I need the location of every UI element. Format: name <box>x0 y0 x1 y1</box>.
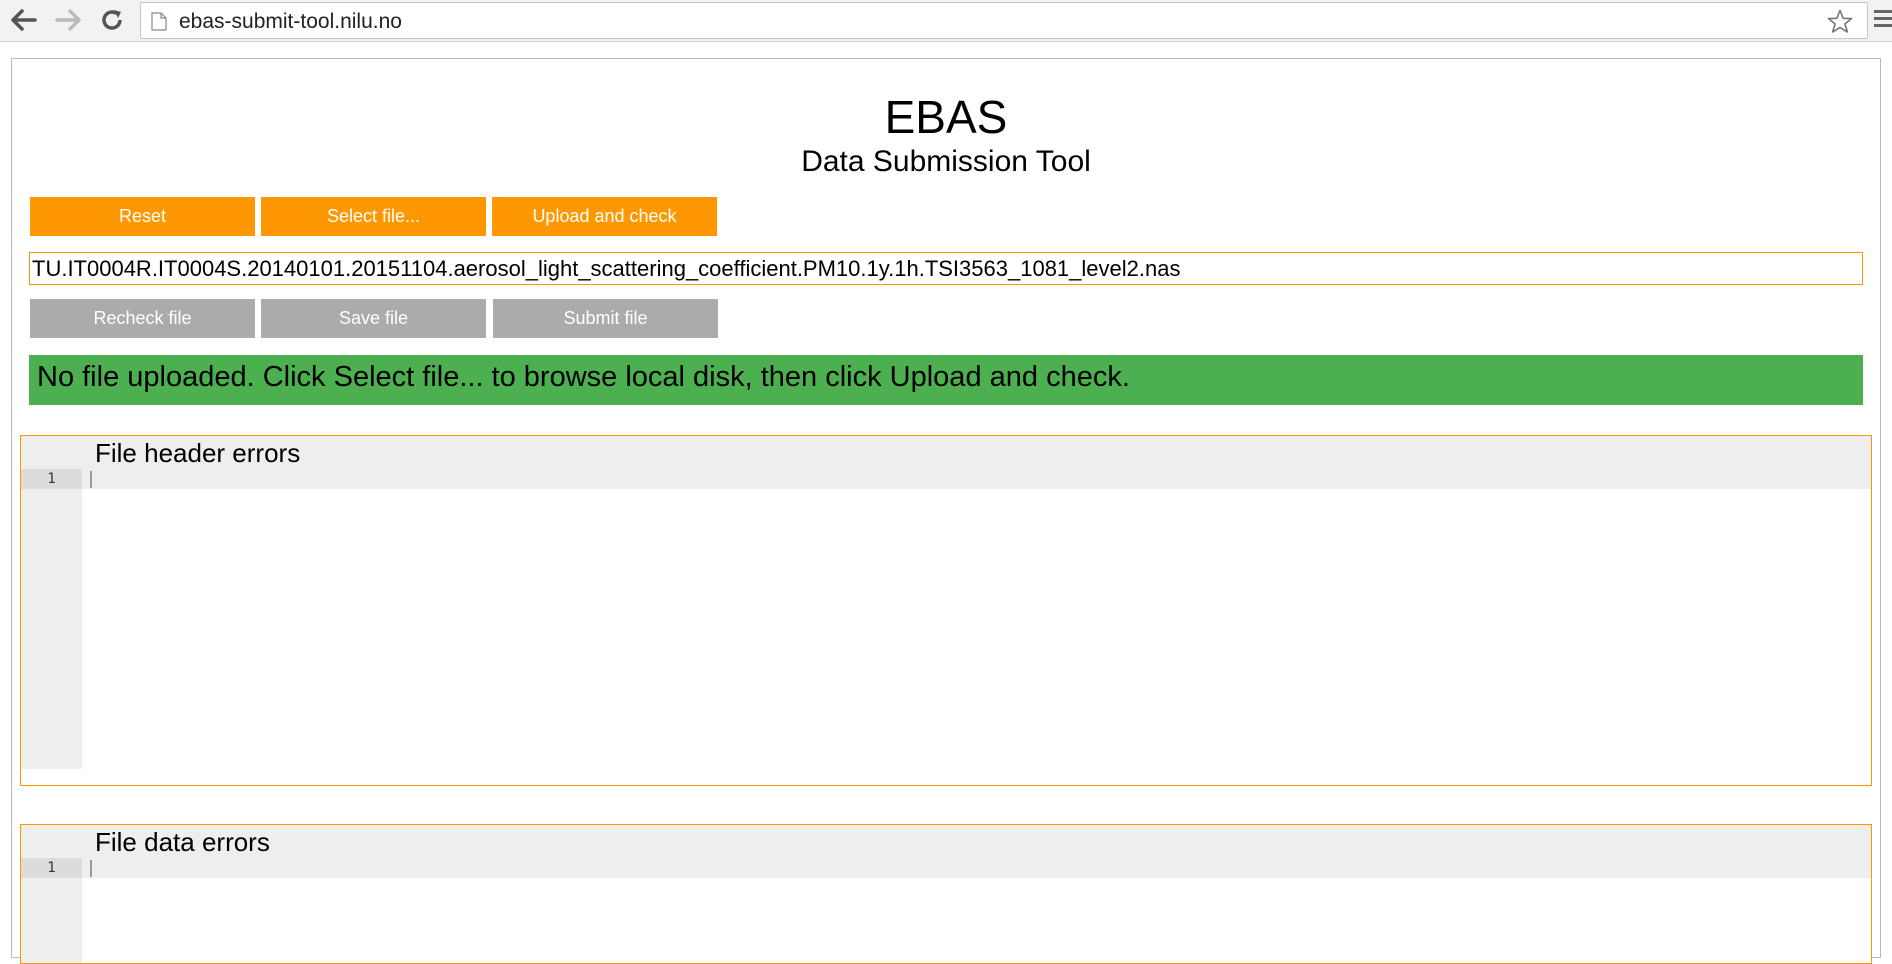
url-text[interactable]: ebas-submit-tool.nilu.no <box>179 10 402 34</box>
recheck-file-button[interactable]: Recheck file <box>30 299 255 338</box>
page-subtitle: Data Submission Tool <box>801 145 1091 178</box>
browser-toolbar: ebas-submit-tool.nilu.no <box>0 0 1892 42</box>
upload-and-check-button[interactable]: Upload and check <box>492 197 717 236</box>
editor-line[interactable] <box>82 858 1871 878</box>
address-bar[interactable]: ebas-submit-tool.nilu.no <box>140 2 1868 39</box>
select-file-button[interactable]: Select file... <box>261 197 486 236</box>
page-icon <box>151 12 167 36</box>
panel-title: File header errors <box>95 438 301 468</box>
status-message: No file uploaded. Click Select file... t… <box>29 355 1863 405</box>
page-container: EBAS Data Submission Tool Reset Select f… <box>11 58 1881 964</box>
menu-icon[interactable] <box>1874 10 1892 31</box>
line-number: 1 <box>21 469 82 489</box>
save-file-button[interactable]: Save file <box>261 299 486 338</box>
panel-header: File header errors <box>21 436 1871 469</box>
submit-file-button[interactable]: Submit file <box>493 299 718 338</box>
forward-arrow-icon[interactable] <box>52 4 84 36</box>
editor-line[interactable] <box>82 469 1871 489</box>
line-number: 1 <box>21 858 82 878</box>
text-cursor <box>90 860 92 877</box>
reload-icon[interactable] <box>96 4 128 36</box>
reset-button[interactable]: Reset <box>30 197 255 236</box>
file-header-errors-panel: File header errors 1 <box>20 435 1872 786</box>
panel-title: File data errors <box>95 827 270 857</box>
page-title: EBAS <box>884 91 1008 143</box>
back-arrow-icon[interactable] <box>8 4 40 36</box>
selected-file-field[interactable]: TU.IT0004R.IT0004S.20140101.20151104.aer… <box>29 252 1863 285</box>
file-data-errors-panel: File data errors 1 <box>20 824 1872 964</box>
panel-header: File data errors <box>21 825 1871 858</box>
text-cursor <box>90 471 92 488</box>
line-number-gutter <box>21 469 82 769</box>
star-icon[interactable] <box>1827 9 1853 39</box>
